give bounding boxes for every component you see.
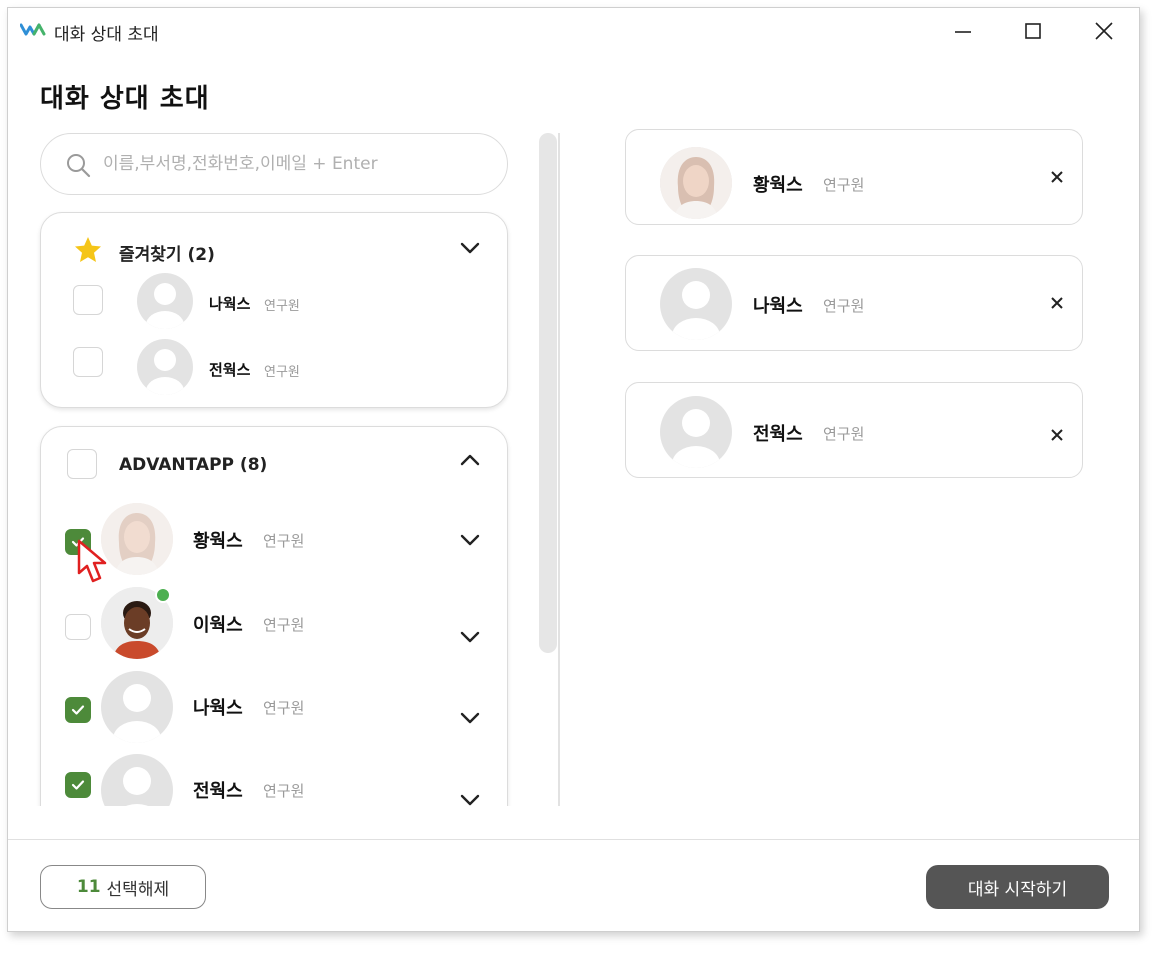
chevron-up-icon[interactable] [459,453,481,467]
invite-window: 대화 상대 초대 대화 상대 초대 즐겨찾기 (2) [7,7,1140,932]
check-icon [71,780,85,790]
title-bar: 대화 상대 초대 [8,8,1139,54]
check-icon [71,537,85,547]
avatar [137,273,193,329]
selected-member-role: 연구원 [823,425,865,443]
selected-member-name: 나웍스 [753,296,803,317]
member-name: 나웍스 [193,698,243,719]
avatar [137,339,193,395]
maximize-button[interactable] [1018,18,1048,44]
member-checkbox[interactable] [65,529,91,555]
member-role: 연구원 [263,616,305,634]
start-chat-button[interactable]: 대화 시작하기 [926,865,1109,909]
close-icon [1051,429,1063,441]
close-icon [1095,22,1113,40]
avatar [660,396,732,468]
chevron-down-icon[interactable] [459,793,481,806]
close-window-button[interactable] [1089,18,1119,44]
member-name: 이웍스 [193,615,243,636]
deselect-label: 선택해제 [106,879,170,900]
member-role: 연구원 [263,699,305,717]
page-title: 대화 상대 초대 [40,84,210,114]
advantapp-group: ADVANTAPP (8) 황웍스 연구원 이웍스 연구원 나웍스 연구원 전웍… [40,426,508,806]
avatar [101,671,173,743]
check-icon [71,705,85,715]
member-name: 전웍스 [209,361,251,379]
search-input[interactable] [103,146,493,182]
member-list: 즐겨찾기 (2) 나웍스 연구원 전웍스 연구원 ADVANTAPP (8) 황… [8,208,548,806]
member-checkbox[interactable] [65,772,91,798]
selected-count: 11 [76,877,101,897]
maximize-icon [1025,23,1041,39]
member-role: 연구원 [263,782,305,800]
avatar-photo [101,503,173,575]
chevron-down-icon[interactable] [459,533,481,547]
avatar [660,268,732,340]
online-status-badge [155,587,171,603]
close-icon [1051,171,1063,183]
member-role: 연구원 [263,532,305,550]
favorites-group: 즐겨찾기 (2) 나웍스 연구원 전웍스 연구원 [40,212,508,408]
selected-member-card: 황웍스 연구원 [625,129,1083,225]
search-box [40,133,508,195]
selected-member-role: 연구원 [823,176,865,194]
remove-selected-button[interactable] [1046,424,1068,446]
advantapp-title: ADVANTAPP (8) [119,455,268,475]
member-name: 황웍스 [193,531,243,552]
window-title: 대화 상대 초대 [54,25,159,45]
selected-member-role: 연구원 [823,297,865,315]
member-checkbox[interactable] [73,347,103,377]
footer-divider [8,839,1139,840]
member-role: 연구원 [264,299,300,314]
selected-member-card: 전웍스 연구원 [625,382,1083,478]
member-checkbox[interactable] [65,697,91,723]
member-name: 나웍스 [209,295,251,313]
remove-selected-button[interactable] [1046,166,1068,188]
deselect-button[interactable]: 11 선택해제 [40,865,206,909]
close-icon [1051,297,1063,309]
member-name: 전웍스 [193,781,243,802]
avatar [101,754,173,806]
selected-member-card: 나웍스 연구원 [625,255,1083,351]
panel-divider [558,133,560,806]
remove-selected-button[interactable] [1046,292,1068,314]
selected-member-name: 황웍스 [753,175,803,196]
minimize-button[interactable] [948,18,978,44]
avatar-photo [660,147,732,219]
favorites-title: 즐겨찾기 (2) [119,245,215,265]
minimize-icon [955,31,971,33]
chevron-down-icon[interactable] [459,711,481,725]
member-checkbox[interactable] [65,614,91,640]
group-select-all-checkbox[interactable] [67,449,97,479]
chevron-down-icon[interactable] [459,630,481,644]
star-icon [75,237,101,262]
chevron-down-icon[interactable] [459,241,481,255]
selected-member-name: 전웍스 [753,424,803,445]
search-icon [67,154,91,178]
app-logo-icon [20,23,46,36]
member-checkbox[interactable] [73,285,103,315]
member-role: 연구원 [264,365,300,380]
